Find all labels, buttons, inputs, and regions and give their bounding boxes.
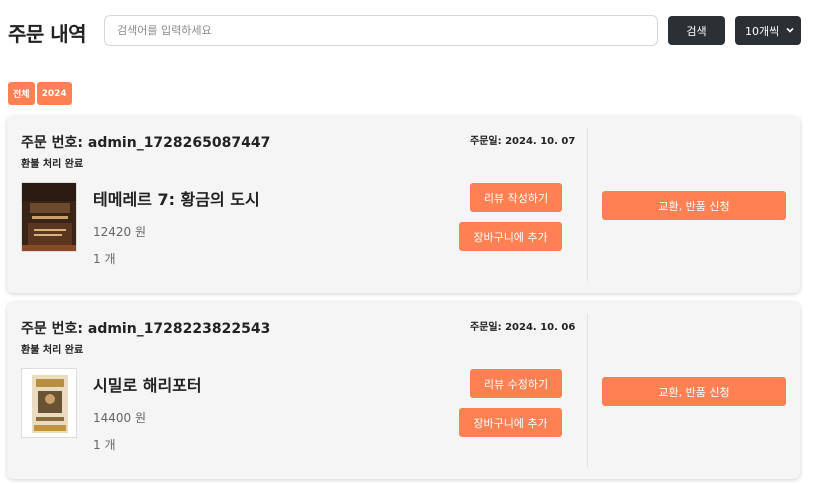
page-title: 주문 내역 bbox=[8, 22, 87, 46]
exchange-return-button[interactable]: 교환, 반품 신청 bbox=[602, 191, 786, 220]
add-to-cart-button[interactable]: 장바구니에 추가 bbox=[459, 222, 562, 251]
write-review-button[interactable]: 리뷰 작성하기 bbox=[470, 183, 562, 212]
product-price: 12420 원 bbox=[93, 225, 147, 239]
order-status: 환불 처리 완료 bbox=[21, 159, 84, 170]
product-title[interactable]: 시밀로 해리포터 bbox=[93, 372, 202, 396]
page-size-value: 10개씩 bbox=[745, 24, 780, 38]
order-date: 주문일: 2024. 10. 07 bbox=[470, 136, 576, 147]
filter-chip-all[interactable]: 전체 bbox=[8, 82, 35, 105]
book-cover-image[interactable] bbox=[21, 368, 77, 438]
product-title[interactable]: 테메레르 7: 황금의 도시 bbox=[93, 186, 260, 210]
order-number: 주문 번호: admin_1728265087447 bbox=[21, 135, 271, 151]
search-input[interactable] bbox=[104, 15, 658, 46]
search-button[interactable]: 검색 bbox=[668, 16, 725, 45]
product-quantity: 1 개 bbox=[93, 252, 116, 266]
add-to-cart-button[interactable]: 장바구니에 추가 bbox=[459, 408, 562, 437]
chevron-down-icon bbox=[786, 27, 794, 33]
order-card: 주문 번호: admin_1728265087447 환불 처리 완료 주문일:… bbox=[7, 116, 800, 293]
filter-chip-2024[interactable]: 2024 bbox=[36, 82, 72, 105]
order-card: 주문 번호: admin_1728223822543 환불 처리 완료 주문일:… bbox=[7, 302, 800, 479]
order-number: 주문 번호: admin_1728223822543 bbox=[21, 321, 271, 337]
product-quantity: 1 개 bbox=[93, 438, 116, 452]
order-status: 환불 처리 완료 bbox=[21, 345, 84, 356]
page-size-select[interactable]: 10개씩 bbox=[735, 16, 801, 45]
exchange-return-button[interactable]: 교환, 반품 신청 bbox=[602, 377, 786, 406]
divider bbox=[587, 314, 588, 467]
book-cover-image[interactable] bbox=[21, 182, 77, 252]
product-price: 14400 원 bbox=[93, 411, 147, 425]
edit-review-button[interactable]: 리뷰 수정하기 bbox=[470, 369, 562, 398]
year-filter-bar: 전체 2024 bbox=[8, 82, 72, 105]
header: 주문 내역 검색 10개씩 bbox=[0, 0, 818, 60]
order-date: 주문일: 2024. 10. 06 bbox=[470, 322, 576, 333]
divider bbox=[587, 128, 588, 281]
